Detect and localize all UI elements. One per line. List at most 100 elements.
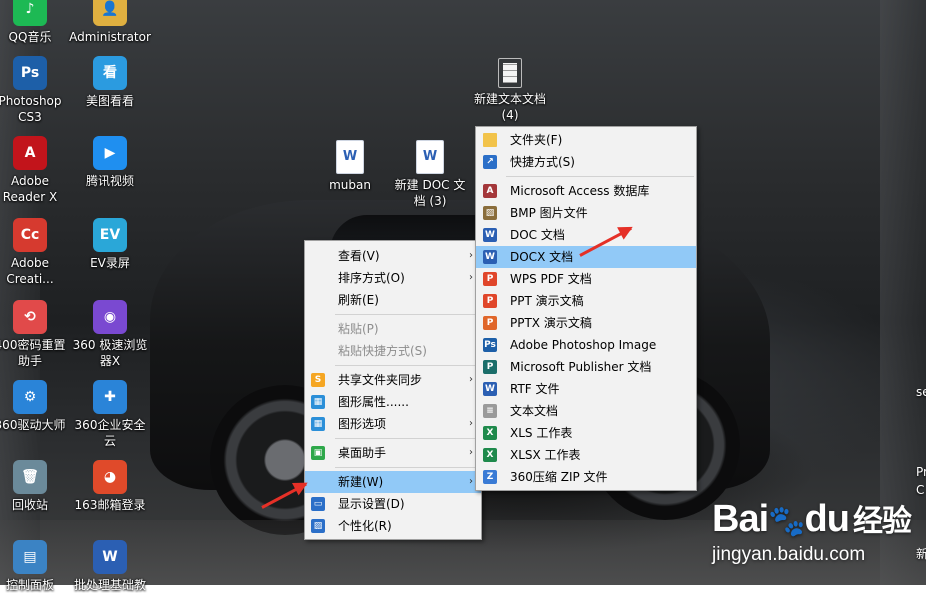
menu-item-label: 文本文档 (510, 404, 559, 418)
app-icon: ♪ (13, 0, 47, 26)
new-submenu-item[interactable]: ≡ 文本文档 (476, 400, 696, 422)
context-menu-item[interactable]: 刷新(E) (305, 289, 481, 311)
context-menu-item[interactable]: ▦ 图形属性...... (305, 391, 481, 413)
desktop-icon[interactable]: 🗑 回收站 (0, 460, 71, 513)
edge-text: se (916, 385, 926, 399)
menu-item-icon: ▭ (311, 497, 325, 511)
context-menu-item[interactable]: S 共享文件夹同步 › (305, 369, 481, 391)
baidu-watermark-url: jingyan.baidu.com (712, 544, 866, 565)
new-submenu-item[interactable]: Ps Adobe Photoshop Image (476, 334, 696, 356)
file-type-icon: ↗ (483, 155, 497, 169)
app-icon: ✚ (93, 380, 127, 414)
app-icon: W (93, 540, 127, 574)
menu-item-icon: ▣ (311, 446, 325, 460)
context-menu-item[interactable]: ▣ 桌面助手 › (305, 442, 481, 464)
desktop-icon[interactable]: ▶ 腾讯视频 (69, 136, 151, 189)
menu-item-label: 排序方式(O) (338, 271, 405, 285)
menu-item-label: 粘贴(P) (338, 322, 379, 336)
desktop-icon[interactable]: ⚙ 360驱动大师 (0, 380, 71, 433)
desktop-icon-label: 360 极速浏览器X (72, 338, 148, 368)
app-icon: ▶ (93, 136, 127, 170)
menu-item-label: BMP 图片文件 (510, 206, 588, 220)
desktop-icon-label: 回收站 (11, 498, 48, 512)
desktop-icon[interactable]: ▤ 控制面板 (0, 540, 71, 593)
desktop-icon[interactable]: ✚ 360企业安全云 (69, 380, 151, 449)
app-icon: ▤ (13, 540, 47, 574)
new-submenu-item[interactable]: X XLSX 工作表 (476, 444, 696, 466)
paw-icon: 🐾 (768, 505, 805, 538)
file-type-icon: P (483, 316, 497, 330)
new-submenu-item[interactable]: ▨ BMP 图片文件 (476, 202, 696, 224)
edge-text: 新 (916, 547, 926, 561)
new-submenu-item[interactable]: A Microsoft Access 数据库 (476, 180, 696, 202)
desktop-icon[interactable]: ⟲ 400密码重置助手 (0, 300, 71, 369)
file-type-icon: W (483, 382, 497, 396)
context-menu-item[interactable]: ▭ 显示设置(D) (305, 493, 481, 515)
context-menu-item[interactable]: 粘贴快捷方式(S) (305, 340, 481, 362)
desktop-file-label: 新建文本文档 (4) (473, 92, 546, 122)
new-submenu-item[interactable]: P PPTX 演示文稿 (476, 312, 696, 334)
menu-item-label: DOC 文档 (510, 228, 565, 242)
desktop-icon[interactable]: ◉ 360 极速浏览器X (69, 300, 151, 369)
new-submenu-item[interactable]: W DOC 文档 (476, 224, 696, 246)
new-submenu-item[interactable]: 文件夹(F) (476, 129, 696, 151)
context-menu-item[interactable]: 粘贴(P) (305, 318, 481, 340)
chevron-right-icon: › (469, 250, 473, 261)
menu-item-label: 桌面助手 (338, 446, 387, 460)
context-menu-item[interactable]: 查看(V) › (305, 245, 481, 267)
context-menu-item[interactable]: ▦ 图形选项 › (305, 413, 481, 435)
file-type-icon: W (483, 250, 497, 264)
text-document-icon (498, 58, 522, 88)
chevron-right-icon: › (469, 447, 473, 458)
baidu-brand-du: du (804, 498, 850, 540)
desktop-file-muban[interactable]: W muban (310, 140, 390, 193)
context-menu-item[interactable]: ▨ 个性化(R) (305, 515, 481, 537)
new-submenu-item[interactable]: X XLS 工作表 (476, 422, 696, 444)
new-submenu-item[interactable]: P PPT 演示文稿 (476, 290, 696, 312)
menu-item-label: 360压缩 ZIP 文件 (510, 470, 608, 484)
new-submenu-item[interactable]: W RTF 文件 (476, 378, 696, 400)
file-type-icon: ▨ (483, 206, 497, 220)
menu-item-label: WPS PDF 文档 (510, 272, 592, 286)
desktop-icon-label: Photoshop CS3 (0, 94, 62, 124)
menu-item-label: 快捷方式(S) (510, 155, 575, 169)
desktop-icon[interactable]: ♪ QQ音乐 (0, 0, 71, 45)
desktop-icon-label: 360驱动大师 (0, 418, 66, 432)
menu-separator (335, 438, 479, 439)
desktop-file-new-text[interactable]: 新建文本文档 (4) (468, 58, 552, 123)
menu-item-label: RTF 文件 (510, 382, 560, 396)
desktop-file-new-doc[interactable]: W 新建 DOC 文档 (3) (390, 140, 470, 209)
new-submenu-item[interactable]: P Microsoft Publisher 文档 (476, 356, 696, 378)
new-submenu-item[interactable]: P WPS PDF 文档 (476, 268, 696, 290)
new-submenu-item[interactable]: Z 360压缩 ZIP 文件 (476, 466, 696, 488)
menu-item-label: Microsoft Access 数据库 (510, 184, 650, 198)
new-submenu: 文件夹(F) ↗ 快捷方式(S) A Microsoft Access 数据库 ▨ BMP … (475, 126, 697, 491)
app-icon: Cc (13, 218, 47, 252)
chevron-right-icon: › (469, 272, 473, 283)
menu-separator (335, 467, 479, 468)
menu-item-label: PPT 演示文稿 (510, 294, 584, 308)
menu-item-icon: ▦ (311, 395, 325, 409)
desktop-icon-label: 腾讯视频 (85, 174, 134, 188)
file-type-icon: Z (483, 470, 497, 484)
desktop-icon[interactable]: EV EV录屏 (69, 218, 151, 271)
desktop-icon[interactable]: 👤 Administrator (69, 0, 151, 45)
desktop-icon[interactable]: 看美图看看 (69, 56, 151, 109)
desktop-icon[interactable]: Ps Photoshop CS3 (0, 56, 71, 125)
desktop-icon[interactable]: W 批处理基础教 (69, 540, 151, 593)
context-menu-item[interactable]: 新建(W) › (305, 471, 481, 493)
menu-separator (335, 365, 479, 366)
desktop-icon[interactable]: ◕ 163邮箱登录 (69, 460, 151, 513)
desktop-icon[interactable]: Cc Adobe Creati... (0, 218, 71, 287)
app-icon: ◉ (93, 300, 127, 334)
desktop-icon[interactable]: A Adobe Reader X (0, 136, 71, 205)
baidu-brand-cn: 经验 (852, 505, 912, 538)
desktop-icon-label: 美图看看 (85, 94, 134, 108)
new-submenu-item[interactable]: ↗ 快捷方式(S) (476, 151, 696, 173)
context-menu-item[interactable]: 排序方式(O) › (305, 267, 481, 289)
app-icon: ◕ (93, 460, 127, 494)
desktop-icon-label: 400密码重置助手 (0, 338, 66, 368)
file-type-icon: ≡ (483, 404, 497, 418)
app-icon: 🗑 (13, 460, 47, 494)
baidu-brand-text: Bai (712, 498, 769, 540)
